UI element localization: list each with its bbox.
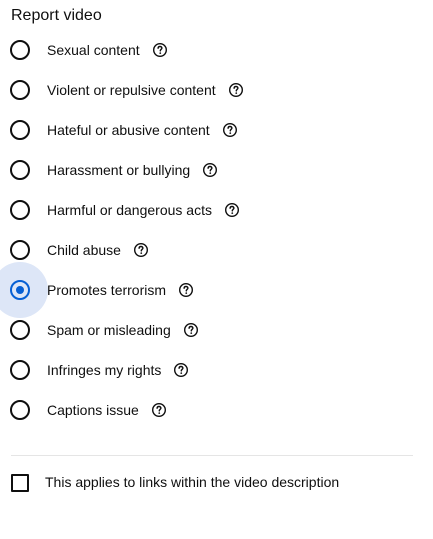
dialog-title: Report video <box>11 7 102 24</box>
report-option-child-abuse[interactable]: Child abuse <box>0 230 433 270</box>
links-checkbox-row[interactable]: This applies to links within the video d… <box>0 468 433 496</box>
report-option-label: Captions issue <box>47 402 139 418</box>
report-reason-list: Sexual content Violent or repulsive cont… <box>0 30 433 430</box>
help-circle-icon[interactable] <box>133 242 149 258</box>
help-circle-icon[interactable] <box>228 82 244 98</box>
radio-circle <box>10 80 30 100</box>
report-option-terrorism[interactable]: Promotes terrorism <box>0 262 433 318</box>
radio-selected-dot <box>16 286 24 294</box>
report-option-label: Spam or misleading <box>47 322 171 338</box>
radio-circle <box>10 400 30 420</box>
radio-circle <box>10 240 30 260</box>
radio-circle <box>10 160 30 180</box>
report-option-label: Sexual content <box>47 42 140 58</box>
help-circle-icon[interactable] <box>173 362 189 378</box>
help-circle-icon[interactable] <box>202 162 218 178</box>
report-option-spam[interactable]: Spam or misleading <box>0 310 433 350</box>
help-circle-icon[interactable] <box>224 202 240 218</box>
radio-button[interactable] <box>0 390 40 430</box>
help-circle-icon[interactable] <box>152 42 168 58</box>
help-circle-icon[interactable] <box>222 122 238 138</box>
report-option-label: Child abuse <box>47 242 121 258</box>
radio-button[interactable] <box>0 350 40 390</box>
radio-button[interactable] <box>0 190 40 230</box>
report-option-harmful-acts[interactable]: Harmful or dangerous acts <box>0 190 433 230</box>
report-option-label: Infringes my rights <box>47 362 162 378</box>
radio-button[interactable] <box>0 262 48 318</box>
help-circle-icon[interactable] <box>151 402 167 418</box>
report-option-violent-content[interactable]: Violent or repulsive content <box>0 70 433 110</box>
radio-circle <box>10 320 30 340</box>
report-option-label: Hateful or abusive content <box>47 122 210 138</box>
radio-button[interactable] <box>0 70 40 110</box>
links-checkbox-label: This applies to links within the video d… <box>45 474 340 490</box>
report-option-harassment[interactable]: Harassment or bullying <box>0 150 433 190</box>
report-option-sexual-content[interactable]: Sexual content <box>0 30 433 70</box>
report-option-hateful-content[interactable]: Hateful or abusive content <box>0 110 433 150</box>
report-option-infringes-rights[interactable]: Infringes my rights <box>0 350 433 390</box>
report-option-captions-issue[interactable]: Captions issue <box>0 390 433 430</box>
radio-circle <box>10 280 30 300</box>
radio-button[interactable] <box>0 30 40 70</box>
radio-circle <box>10 40 30 60</box>
report-option-label: Harassment or bullying <box>47 162 191 178</box>
radio-button[interactable] <box>0 150 40 190</box>
section-divider <box>11 455 413 456</box>
report-option-label: Promotes terrorism <box>47 282 167 298</box>
radio-circle <box>10 200 30 220</box>
radio-circle <box>10 120 30 140</box>
links-checkbox[interactable] <box>11 474 29 492</box>
radio-button[interactable] <box>0 110 40 150</box>
radio-circle <box>10 360 30 380</box>
help-circle-icon[interactable] <box>178 282 194 298</box>
report-option-label: Harmful or dangerous acts <box>47 202 212 218</box>
radio-button[interactable] <box>0 310 40 350</box>
help-circle-icon[interactable] <box>183 322 199 338</box>
report-option-label: Violent or repulsive content <box>47 82 216 98</box>
